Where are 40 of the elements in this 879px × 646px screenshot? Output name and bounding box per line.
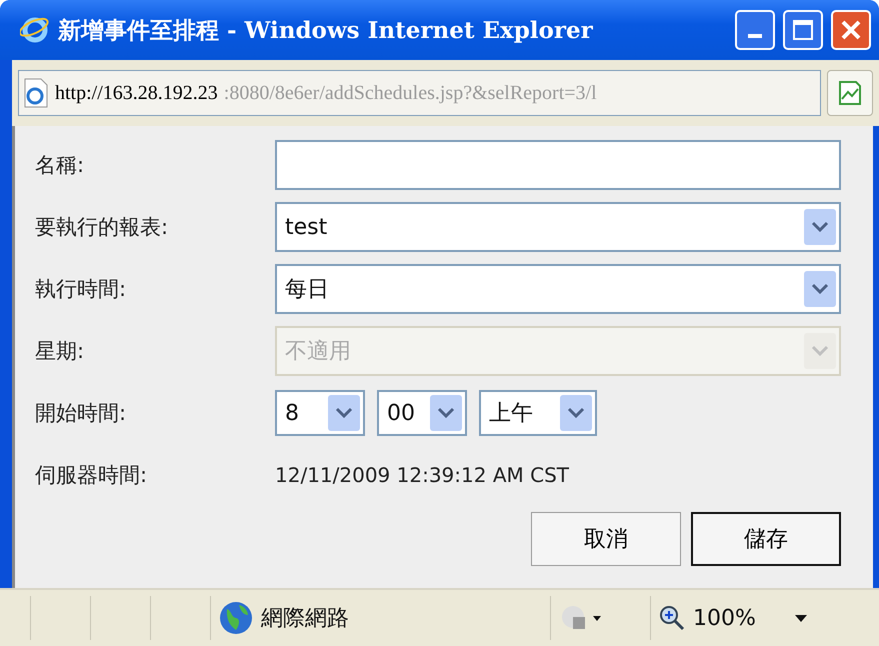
address-host: http://163.28.192.23 bbox=[55, 82, 218, 104]
chart-page-icon bbox=[837, 79, 863, 107]
maximize-button[interactable] bbox=[783, 10, 823, 50]
zone-text: 網際網路 bbox=[261, 605, 349, 633]
field-label: 星期: bbox=[35, 338, 86, 365]
dropdown[interactable]: test bbox=[275, 202, 841, 252]
zoom-level[interactable]: 100% bbox=[693, 606, 756, 630]
caret-icon bbox=[327, 393, 361, 433]
caret-icon bbox=[803, 269, 837, 309]
caret-icon[interactable] bbox=[794, 613, 808, 623]
field-label: 要執行的報表: bbox=[35, 214, 170, 241]
address-path: :8080/8e6er/addSchedules.jsp?&selReport=3/l bbox=[224, 82, 597, 104]
address-bar[interactable]: http://163.28.192.23 :8080/8e6er/addSchedules.jsp?&selReport=3/l bbox=[18, 70, 821, 116]
field-label: 執行時間: bbox=[35, 276, 128, 303]
field-label: 開始時間: bbox=[35, 400, 128, 427]
page-icon bbox=[23, 78, 49, 108]
browser-logo-icon bbox=[20, 15, 50, 45]
globe-icon bbox=[219, 601, 253, 635]
maximize-icon bbox=[792, 19, 814, 41]
close-icon bbox=[840, 19, 862, 41]
compatibility-button[interactable] bbox=[827, 70, 873, 116]
save-button[interactable]: 儲存 bbox=[691, 512, 841, 566]
caret-icon bbox=[803, 331, 837, 371]
field-label: 名稱: bbox=[35, 152, 86, 179]
caret-icon bbox=[559, 393, 593, 433]
minimize-icon bbox=[748, 34, 762, 38]
zoom-icon bbox=[659, 605, 685, 631]
name-input[interactable] bbox=[275, 140, 841, 190]
close-button[interactable] bbox=[831, 10, 871, 50]
caret-icon bbox=[803, 207, 837, 247]
cancel-button[interactable]: 取消 bbox=[531, 512, 681, 566]
server-time: 12/11/2009 12:39:12 AM CST bbox=[275, 463, 569, 487]
time-dropdown[interactable]: 8 bbox=[275, 390, 365, 436]
minimize-button[interactable] bbox=[735, 10, 775, 50]
field-label: 伺服器時間: bbox=[35, 462, 148, 489]
time-dropdown[interactable]: 上午 bbox=[479, 390, 597, 436]
dropdown[interactable]: 每日 bbox=[275, 264, 841, 314]
time-dropdown[interactable]: 00 bbox=[377, 390, 467, 436]
caret-icon bbox=[429, 393, 463, 433]
window-title: 新增事件至排程 - Windows Internet Explorer bbox=[58, 16, 594, 46]
